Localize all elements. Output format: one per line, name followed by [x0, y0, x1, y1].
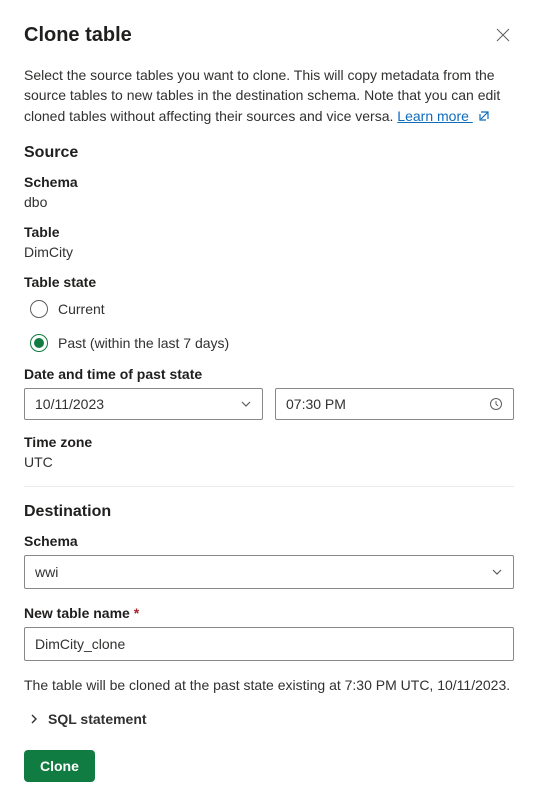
- radio-past-label: Past (within the last 7 days): [58, 335, 229, 351]
- chevron-down-icon: [491, 566, 503, 578]
- radio-icon: [30, 300, 48, 318]
- new-table-name-label: New table name *: [24, 605, 514, 621]
- source-schema-label: Schema: [24, 174, 514, 190]
- dialog-description: Select the source tables you want to clo…: [24, 65, 514, 126]
- table-state-radio-group: Current Past (within the last 7 days): [24, 300, 514, 352]
- timezone-value: UTC: [24, 454, 514, 470]
- clone-summary: The table will be cloned at the past sta…: [24, 677, 514, 693]
- dialog-title: Clone table: [24, 24, 132, 47]
- radio-past[interactable]: Past (within the last 7 days): [30, 334, 514, 352]
- close-button[interactable]: [492, 24, 514, 46]
- external-link-icon: [477, 109, 491, 123]
- clock-icon: [489, 397, 503, 411]
- destination-heading: Destination: [24, 503, 514, 521]
- new-table-name-input[interactable]: [24, 627, 514, 661]
- dest-schema-label: Schema: [24, 533, 514, 549]
- required-asterisk: *: [134, 605, 139, 621]
- source-heading: Source: [24, 144, 514, 162]
- time-input[interactable]: 07:30 PM: [275, 388, 514, 420]
- source-schema-value: dbo: [24, 194, 514, 210]
- source-table-label: Table: [24, 224, 514, 240]
- clone-button[interactable]: Clone: [24, 750, 95, 782]
- timezone-label: Time zone: [24, 434, 514, 450]
- dest-schema-value: wwi: [35, 564, 58, 580]
- divider: [24, 486, 514, 487]
- sql-statement-label: SQL statement: [48, 711, 147, 727]
- dest-schema-select[interactable]: wwi: [24, 555, 514, 589]
- source-table-value: DimCity: [24, 244, 514, 260]
- chevron-down-icon: [240, 398, 252, 410]
- radio-current[interactable]: Current: [30, 300, 514, 318]
- date-input[interactable]: 10/11/2023: [24, 388, 263, 420]
- table-state-label: Table state: [24, 274, 514, 290]
- radio-current-label: Current: [58, 301, 105, 317]
- sql-statement-expander[interactable]: SQL statement: [24, 711, 514, 727]
- time-value: 07:30 PM: [286, 396, 346, 412]
- datetime-label: Date and time of past state: [24, 366, 514, 382]
- radio-icon-selected: [30, 334, 48, 352]
- close-icon: [496, 28, 510, 42]
- chevron-right-icon: [28, 713, 40, 725]
- learn-more-link[interactable]: Learn more: [397, 108, 472, 124]
- date-value: 10/11/2023: [35, 396, 104, 412]
